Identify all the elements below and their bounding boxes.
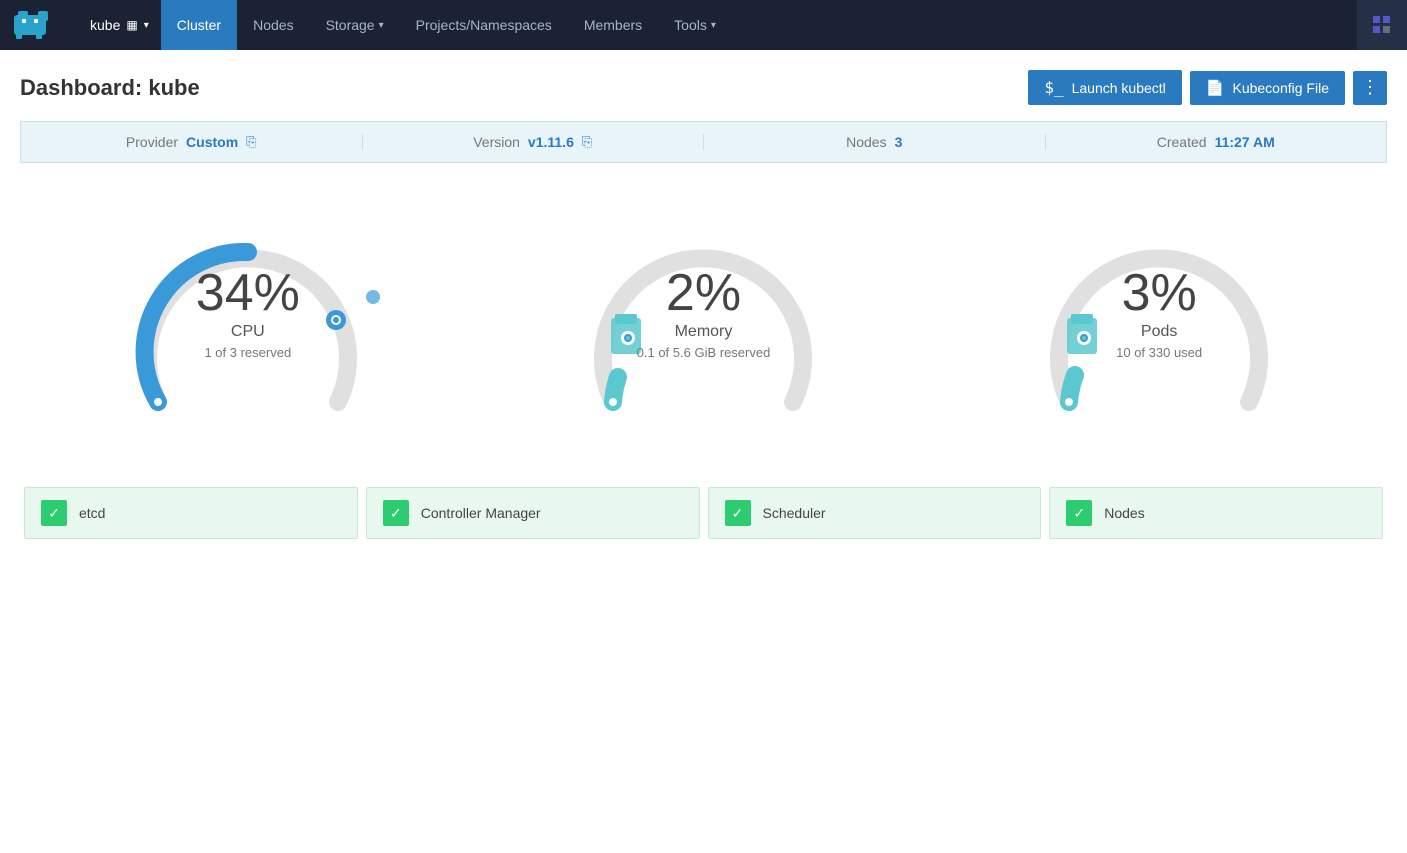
cluster-name: kube	[90, 17, 120, 33]
status-controller-manager: ✓ Controller Manager	[366, 487, 700, 539]
status-row: ✓ etcd ✓ Controller Manager ✓ Scheduler …	[20, 487, 1387, 539]
page-content: Dashboard: kube $_ Launch kubectl 📄 Kube…	[0, 50, 1407, 853]
cluster-icon: ▦	[126, 18, 137, 32]
pods-percent: 3%	[1116, 267, 1202, 319]
memory-label: Memory	[637, 323, 771, 341]
grid-icon-button[interactable]	[1357, 0, 1407, 50]
controller-manager-label: Controller Manager	[421, 505, 541, 521]
gauges-row: 34% CPU 1 of 3 reserved	[20, 187, 1387, 467]
chevron-down-icon: ▾	[379, 20, 384, 31]
nav-item-cluster[interactable]: Cluster	[161, 0, 237, 50]
controller-manager-check-icon: ✓	[383, 500, 409, 526]
nav-item-tools[interactable]: Tools ▾	[658, 0, 732, 50]
info-nodes: Nodes 3	[704, 134, 1046, 150]
copy-version-icon[interactable]: ⎘	[582, 134, 592, 150]
nodes-check-icon: ✓	[1066, 500, 1092, 526]
chevron-down-icon: ▾	[144, 20, 149, 31]
cluster-selector[interactable]: kube ▦ ▾	[78, 0, 161, 50]
memory-sublabel: 0.1 of 5.6 GiB reserved	[637, 345, 771, 360]
status-nodes: ✓ Nodes	[1049, 487, 1383, 539]
navbar-right	[1357, 0, 1407, 50]
hippo-svg-icon	[12, 7, 66, 43]
nav-item-nodes[interactable]: Nodes	[237, 0, 309, 50]
nav-item-members[interactable]: Members	[568, 0, 658, 50]
launch-kubectl-button[interactable]: $_ Launch kubectl	[1028, 70, 1181, 105]
pods-knob-icon	[1059, 312, 1109, 367]
page-header: Dashboard: kube $_ Launch kubectl 📄 Kube…	[20, 70, 1387, 105]
info-created: Created 11:27 AM	[1046, 134, 1387, 150]
nodes-label: Nodes	[1104, 505, 1144, 521]
etcd-label: etcd	[79, 505, 105, 521]
info-version: Version v1.11.6 ⎘	[363, 134, 705, 150]
nav-items: Cluster Nodes Storage ▾ Projects/Namespa…	[161, 0, 1357, 50]
cpu-sublabel: 1 of 3 reserved	[196, 345, 300, 360]
cpu-percent: 34%	[196, 267, 300, 319]
chevron-down-icon: ▾	[711, 20, 716, 31]
page-title: Dashboard: kube	[20, 75, 200, 101]
grid-icon	[1370, 13, 1394, 37]
cpu-label: CPU	[196, 323, 300, 341]
navbar: kube ▦ ▾ Cluster Nodes Storage ▾ Project…	[0, 0, 1407, 50]
more-options-button[interactable]: ⋮	[1353, 71, 1387, 105]
status-etcd: ✓ etcd	[24, 487, 358, 539]
cpu-gauge: 34% CPU 1 of 3 reserved	[98, 207, 398, 427]
nav-item-projects[interactable]: Projects/Namespaces	[400, 0, 568, 50]
kubeconfig-file-button[interactable]: 📄 Kubeconfig File	[1190, 71, 1345, 105]
pods-gauge: 3% Pods 10 of 330 used	[1009, 207, 1309, 427]
memory-gauge-center: 2% Memory 0.1 of 5.6 GiB reserved	[637, 267, 771, 360]
etcd-check-icon: ✓	[41, 500, 67, 526]
scheduler-label: Scheduler	[763, 505, 826, 521]
nav-item-storage[interactable]: Storage ▾	[310, 0, 400, 50]
scheduler-check-icon: ✓	[725, 500, 751, 526]
memory-percent: 2%	[637, 267, 771, 319]
file-icon: 📄	[1206, 79, 1225, 97]
memory-gauge: 2% Memory 0.1 of 5.6 GiB reserved	[553, 207, 853, 427]
info-bar: Provider Custom ⎘ Version v1.11.6 ⎘ Node…	[20, 121, 1387, 163]
brand-logo[interactable]	[0, 0, 78, 50]
copy-provider-icon[interactable]: ⎘	[246, 134, 256, 150]
header-buttons: $_ Launch kubectl 📄 Kubeconfig File ⋮	[1028, 70, 1387, 105]
pods-label: Pods	[1116, 323, 1202, 341]
cpu-gauge-center: 34% CPU 1 of 3 reserved	[196, 267, 300, 360]
pods-sublabel: 10 of 330 used	[1116, 345, 1202, 360]
info-provider: Provider Custom ⎘	[21, 134, 363, 150]
status-scheduler: ✓ Scheduler	[708, 487, 1042, 539]
pods-gauge-center: 3% Pods 10 of 330 used	[1116, 267, 1202, 360]
terminal-icon: $_	[1044, 78, 1063, 97]
